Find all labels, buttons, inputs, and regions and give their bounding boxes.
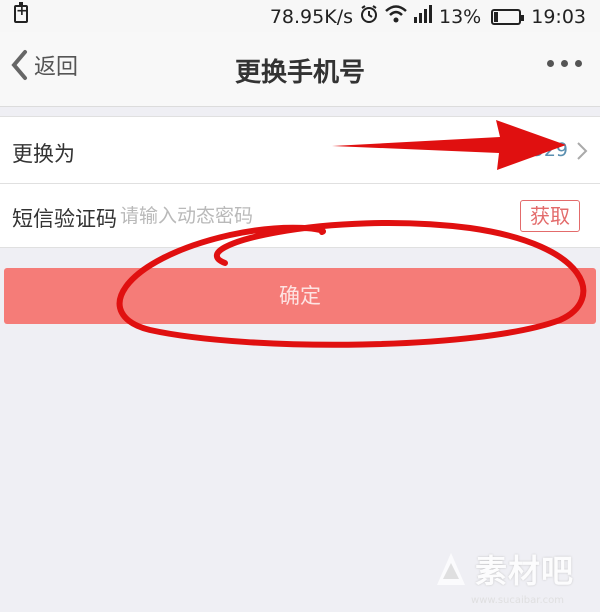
confirm-button[interactable]: 确定 [4,268,596,324]
new-phone-value: 529 [531,139,568,161]
sms-code-input[interactable] [118,200,502,232]
nav-bar: 返回 更换手机号 [0,32,600,107]
change-to-label: 更换为 [12,142,75,166]
change-phone-row[interactable]: 更换为 529 [0,116,600,184]
chevron-right-icon [577,142,588,160]
wifi-icon [385,5,407,28]
signal-icon [413,5,433,28]
clock: 19:03 [531,5,586,28]
charging-battery-icon [14,2,28,23]
network-speed: 78.95K/s [269,5,353,28]
watermark-text: 素材吧 [474,552,574,590]
watermark-logo-icon [436,553,465,585]
alarm-icon [359,4,379,29]
sms-code-label: 短信验证码 [12,207,117,231]
battery-percent: 13% [439,5,482,28]
watermark-url: www.sucaibar.com [471,595,564,606]
watermark: 素材吧 www.sucaibar.com [433,546,574,606]
battery-icon [491,8,525,25]
sms-code-row: 短信验证码 获取 [0,184,600,248]
more-options-icon[interactable] [547,60,582,67]
status-bar: 78.95K/s 13% 19:03 [0,0,600,32]
get-code-button[interactable]: 获取 [520,200,580,232]
page-title: 更换手机号 [234,58,365,88]
